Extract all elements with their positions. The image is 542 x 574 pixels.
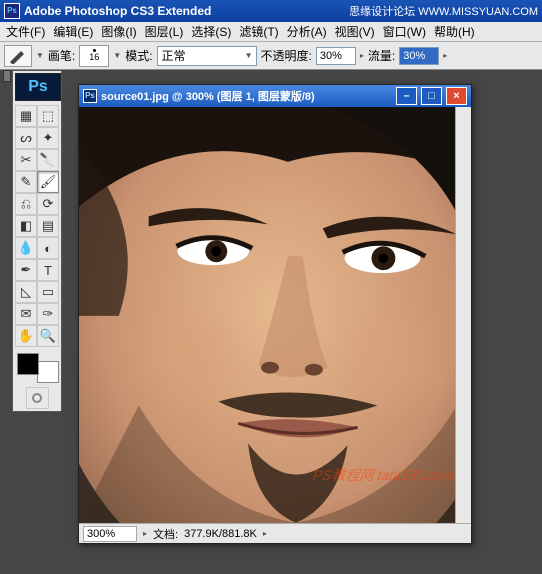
brush-chevron-icon[interactable]: ▼ <box>113 51 121 60</box>
statusbar-chevron-icon[interactable]: ▸ <box>143 529 147 538</box>
opacity-label: 不透明度: <box>261 47 312 64</box>
menu-analysis[interactable]: 分析(A) <box>283 21 331 42</box>
opacity-chevron-icon[interactable]: ▸ <box>360 51 364 60</box>
mode-value: 正常 <box>162 47 186 64</box>
tool-blur[interactable]: 💧 <box>15 237 37 259</box>
mode-select[interactable]: 正常 <box>157 46 257 66</box>
menu-window[interactable]: 窗口(W) <box>379 21 430 42</box>
app-title: Adobe Photoshop CS3 Extended <box>24 4 349 18</box>
title-bar: Ps Adobe Photoshop CS3 Extended 思缘设计论坛 W… <box>0 0 542 22</box>
statusbar-menu-icon[interactable]: ▸ <box>263 529 267 538</box>
tool-lasso[interactable]: ᔕ <box>15 127 37 149</box>
tool-marquee[interactable]: ⬚ <box>37 105 59 127</box>
quick-mask-toggle[interactable] <box>26 387 49 409</box>
canvas-image <box>79 107 471 523</box>
tool-history[interactable]: ⟳ <box>37 193 59 215</box>
options-bar: ▼ 画笔: 16 ▼ 模式: 正常 不透明度: 30% ▸ 流量: 30% ▸ <box>0 42 542 70</box>
tools-dock-handle[interactable] <box>3 70 11 82</box>
app-icon: Ps <box>4 3 20 19</box>
brush-preview[interactable]: 16 <box>79 45 109 67</box>
flow-input[interactable]: 30% <box>399 47 439 65</box>
menu-layer[interactable]: 图层(L) <box>141 21 188 42</box>
brush-size-value: 16 <box>89 52 99 62</box>
maximize-button[interactable]: □ <box>421 87 442 105</box>
document-titlebar[interactable]: Ps source01.jpg @ 300% (图层 1, 图层蒙版/8) – … <box>79 85 471 107</box>
tool-shape[interactable]: ▭ <box>37 281 59 303</box>
tool-preset-chevron-icon[interactable]: ▼ <box>36 51 44 60</box>
background-color-swatch[interactable] <box>37 361 59 383</box>
menu-select[interactable]: 选择(S) <box>187 21 235 42</box>
tool-eraser[interactable]: ◧ <box>15 215 37 237</box>
zoom-input[interactable]: 300% <box>83 526 137 542</box>
document-window: Ps source01.jpg @ 300% (图层 1, 图层蒙版/8) – … <box>78 84 472 544</box>
foreground-color-swatch[interactable] <box>17 353 39 375</box>
status-doc-label: 文档: <box>153 526 178 542</box>
tool-gradient[interactable]: ▤ <box>37 215 59 237</box>
tool-wand[interactable]: ✦ <box>37 127 59 149</box>
title-watermark: 思缘设计论坛 WWW.MISSYUAN.COM <box>349 3 538 19</box>
tool-pen[interactable]: ✒ <box>15 259 37 281</box>
vertical-scrollbar[interactable] <box>455 107 471 523</box>
tool-zoom[interactable]: 🔍 <box>37 325 59 347</box>
tool-path[interactable]: ◺ <box>15 281 37 303</box>
menu-bar: 文件(F) 编辑(E) 图像(I) 图层(L) 选择(S) 滤镜(T) 分析(A… <box>0 22 542 42</box>
flow-chevron-icon[interactable]: ▸ <box>443 51 447 60</box>
tool-stamp[interactable]: ⎌ <box>15 193 37 215</box>
workspace: Ps source01.jpg @ 300% (图层 1, 图层蒙版/8) – … <box>62 70 542 574</box>
tool-healing[interactable]: ✎ <box>15 171 37 193</box>
document-statusbar: 300% ▸ 文档: 377.9K/881.8K ▸ <box>79 523 471 543</box>
flow-label: 流量: <box>368 47 395 64</box>
minimize-button[interactable]: – <box>396 87 417 105</box>
current-tool-icon[interactable] <box>4 45 32 67</box>
menu-file[interactable]: 文件(F) <box>2 21 49 42</box>
ps-badge: Ps <box>15 73 61 101</box>
tool-dodge[interactable]: ◐ <box>37 237 59 259</box>
tool-brush[interactable]: 🖌 <box>37 171 59 193</box>
tools-panel: Ps ▦⬚ᔕ✦✂🔪✎🖌⎌⟳◧▤💧◐✒T◺▭✉✑✋🔍 <box>12 70 62 412</box>
tool-crop[interactable]: ✂ <box>15 149 37 171</box>
status-doc-value: 377.9K/881.8K <box>184 528 257 540</box>
opacity-input[interactable]: 30% <box>316 47 356 65</box>
document-icon: Ps <box>83 89 97 103</box>
tool-type[interactable]: T <box>37 259 59 281</box>
menu-image[interactable]: 图像(I) <box>97 21 140 42</box>
brush-label: 画笔: <box>48 47 75 64</box>
menu-view[interactable]: 视图(V) <box>331 21 379 42</box>
menu-filter[interactable]: 滤镜(T) <box>235 21 282 42</box>
tool-move[interactable]: ▦ <box>15 105 37 127</box>
tool-slice[interactable]: 🔪 <box>37 149 59 171</box>
canvas[interactable]: PS教程网 tata580.com <box>79 107 471 523</box>
menu-help[interactable]: 帮助(H) <box>430 21 479 42</box>
mode-label: 模式: <box>125 47 152 64</box>
document-title: source01.jpg @ 300% (图层 1, 图层蒙版/8) <box>101 88 392 104</box>
tool-hand[interactable]: ✋ <box>15 325 37 347</box>
tool-eyedropper[interactable]: ✑ <box>37 303 59 325</box>
color-swatches[interactable] <box>15 351 61 385</box>
menu-edit[interactable]: 编辑(E) <box>49 21 97 42</box>
close-button[interactable]: × <box>446 87 467 105</box>
tool-notes[interactable]: ✉ <box>15 303 37 325</box>
